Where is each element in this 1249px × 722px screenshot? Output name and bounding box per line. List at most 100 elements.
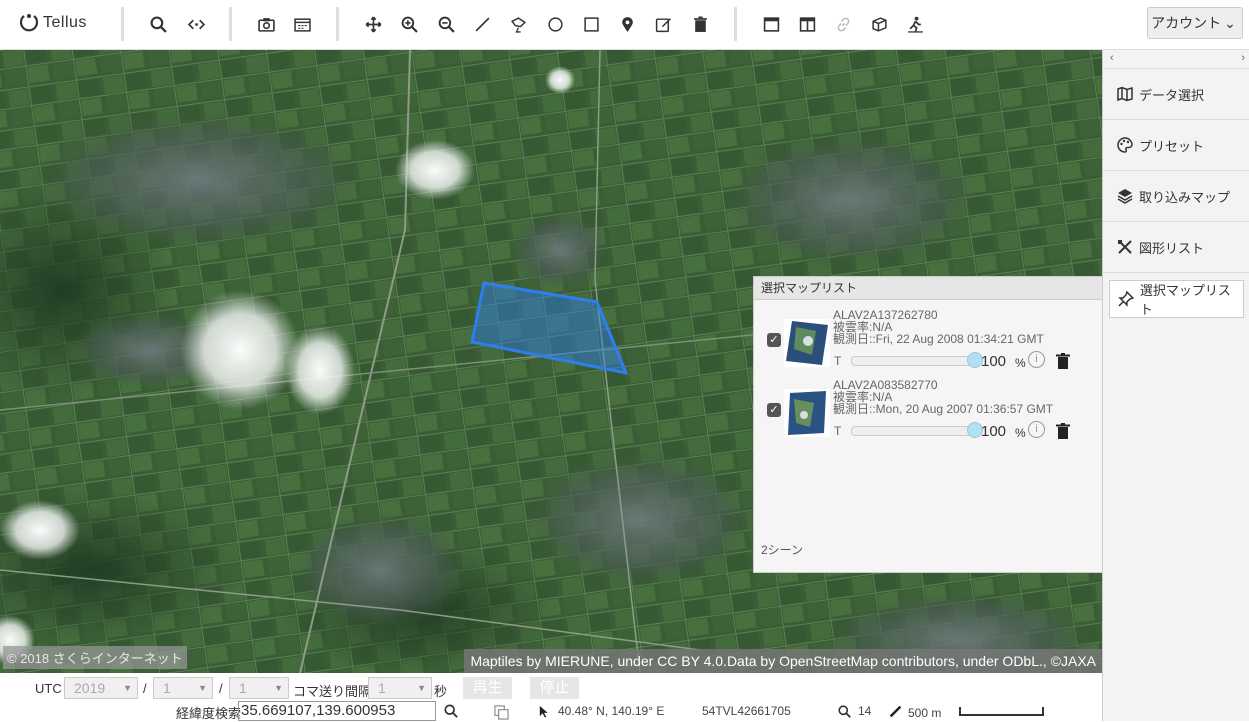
chevron-down-icon: ⌄ (1224, 14, 1236, 31)
map-attribution: Maptiles by MIERUNE, under CC BY 4.0.Dat… (464, 649, 1102, 673)
logo-text: Tellus (43, 14, 87, 31)
slider-label: T (834, 424, 842, 438)
chevron-down-icon: ▼ (274, 683, 283, 693)
month-value: 1 (163, 680, 171, 696)
calendar-icon[interactable] (290, 12, 314, 36)
sidebar-item-selected-map-list[interactable]: 選択マップリスト (1109, 280, 1244, 318)
zoom-in-icon[interactable] (397, 12, 421, 36)
sidebar-item-label: データ選択 (1139, 87, 1205, 103)
layers-icon (1117, 189, 1133, 204)
scale-bar (959, 707, 1044, 716)
sidebar-item-imported-map[interactable]: 取り込みマップ (1103, 171, 1249, 222)
stop-button[interactable]: 停止 (530, 677, 579, 699)
play-button[interactable]: 再生 (463, 677, 512, 699)
percent-label: % (1015, 426, 1026, 440)
chevron-down-icon: ▼ (417, 683, 426, 693)
sidebar-item-preset[interactable]: プリセット (1103, 120, 1249, 171)
toolbar-divider (121, 7, 124, 41)
sidebar-item-label: 選択マップリスト (1139, 283, 1231, 317)
cube-icon[interactable] (867, 12, 891, 36)
zoom-out-icon[interactable] (434, 12, 458, 36)
observation-date: 観測日::Mon, 20 Aug 2007 01:36:57 GMT (833, 402, 1054, 416)
date-separator: / (143, 681, 147, 696)
side-panel: ‹ › データ選択 プリセット 取り込みマップ 図形リスト 選択マップリスト (1102, 50, 1249, 721)
opacity-slider[interactable] (851, 426, 981, 436)
year-value: 2019 (74, 680, 106, 696)
line-icon[interactable] (470, 12, 494, 36)
slider-label: T (834, 354, 842, 368)
info-icon[interactable]: i (1028, 351, 1045, 368)
ruler-icon (889, 705, 902, 718)
tellus-logo[interactable]: Tellus (18, 10, 87, 36)
toolbar-divider (734, 7, 737, 41)
opacity-value: 100 (981, 353, 1007, 370)
square-icon[interactable] (579, 12, 603, 36)
status-row: 経緯度検索 35.669107,139.600953 40.48° N, 140… (0, 699, 1102, 721)
toolbar-divider (336, 7, 339, 41)
interval-label: コマ送り間隔 (293, 684, 372, 699)
chevron-left-icon[interactable]: ‹ (1110, 52, 1114, 64)
zoom-level: 14 (858, 704, 872, 718)
copyright-text: © 2018 さくらインターネット (3, 646, 187, 669)
trash-icon[interactable] (1056, 353, 1070, 369)
panel-title: 選択マップリスト (754, 277, 1102, 300)
month-select[interactable]: 1 ▼ (153, 677, 213, 699)
move-icon[interactable] (361, 12, 385, 36)
sidebar-item-label: 図形リスト (1139, 240, 1205, 256)
search-icon[interactable] (146, 12, 170, 36)
copy-icon[interactable] (494, 705, 509, 720)
scene-count: 2シーン (761, 543, 804, 557)
sidebar-item-data-select[interactable]: データ選択 (1103, 69, 1249, 120)
pin-icon[interactable] (615, 12, 639, 36)
zoom-icon (838, 705, 851, 718)
account-button[interactable]: アカウント ⌄ (1147, 7, 1243, 39)
scene-thumbnail (784, 389, 830, 437)
day-value: 1 (239, 680, 247, 696)
scale-label: 500 m (908, 706, 942, 720)
opacity-value: 100 (981, 423, 1007, 440)
search-icon[interactable] (444, 704, 458, 718)
cursor-position: 40.48° N, 140.19° E (558, 704, 665, 718)
scene-checkbox[interactable]: ✓ (767, 333, 781, 347)
sidebar-item-shape-list[interactable]: 図形リスト (1103, 222, 1249, 273)
sidebar-item-label: プリセット (1139, 138, 1205, 154)
coord-search-input[interactable]: 35.669107,139.600953 (238, 701, 436, 721)
date-separator: / (219, 681, 223, 696)
window-icon[interactable] (759, 12, 783, 36)
chevron-down-icon: ▼ (123, 683, 132, 693)
link-icon[interactable] (831, 12, 855, 36)
side-panel-nav: ‹ › (1103, 50, 1249, 69)
interval-value: 1 (378, 680, 386, 696)
split-icon[interactable] (795, 12, 819, 36)
trash-icon[interactable] (688, 12, 712, 36)
top-toolbar: Tellus アカウント ⌄ (0, 0, 1249, 50)
sidebar-item-label: 取り込みマップ (1139, 189, 1231, 205)
scene-thumbnail (784, 319, 830, 367)
code-icon[interactable] (184, 12, 208, 36)
coord-search-label: 経緯度検索 (176, 706, 242, 721)
circle-icon[interactable] (543, 12, 567, 36)
chevron-right-icon[interactable]: › (1241, 52, 1245, 64)
bottom-bar: UTC 2019 ▼ / 1 ▼ / 1 ▼ コマ送り間隔 1 ▼ 秒 再生 停止 経緯… (0, 673, 1102, 721)
person-icon[interactable] (903, 12, 927, 36)
tellus-logo-icon (19, 14, 39, 32)
info-icon[interactable]: i (1028, 421, 1045, 438)
seconds-label: 秒 (434, 684, 448, 699)
list-item: ✓ ALAV2A083582770 被雲率:N/A 観測日::Mon, 20 A… (754, 377, 1102, 447)
mgrs-code: 54TVL42661705 (702, 704, 791, 718)
utc-label: UTC (35, 681, 62, 696)
time-controls: UTC 2019 ▼ / 1 ▼ / 1 ▼ コマ送り間隔 1 ▼ 秒 再生 停止 (0, 677, 1102, 699)
trash-icon[interactable] (1056, 423, 1070, 439)
map-icon (1117, 86, 1133, 102)
edit-icon[interactable] (651, 12, 675, 36)
day-select[interactable]: 1 ▼ (229, 677, 289, 699)
shapes-icon (1118, 240, 1132, 254)
camera-icon[interactable] (254, 12, 278, 36)
year-select[interactable]: 2019 ▼ (64, 677, 138, 699)
opacity-slider[interactable] (851, 356, 981, 366)
interval-select[interactable]: 1 ▼ (368, 677, 432, 699)
polygon-icon[interactable] (506, 12, 530, 36)
scene-checkbox[interactable]: ✓ (767, 403, 781, 417)
observation-date: 観測日::Fri, 22 Aug 2008 01:34:21 GMT (833, 332, 1044, 346)
selected-map-list-panel: 選択マップリスト ✓ ALAV2A137262780 被雲率:N/A 観測日::… (753, 276, 1103, 573)
